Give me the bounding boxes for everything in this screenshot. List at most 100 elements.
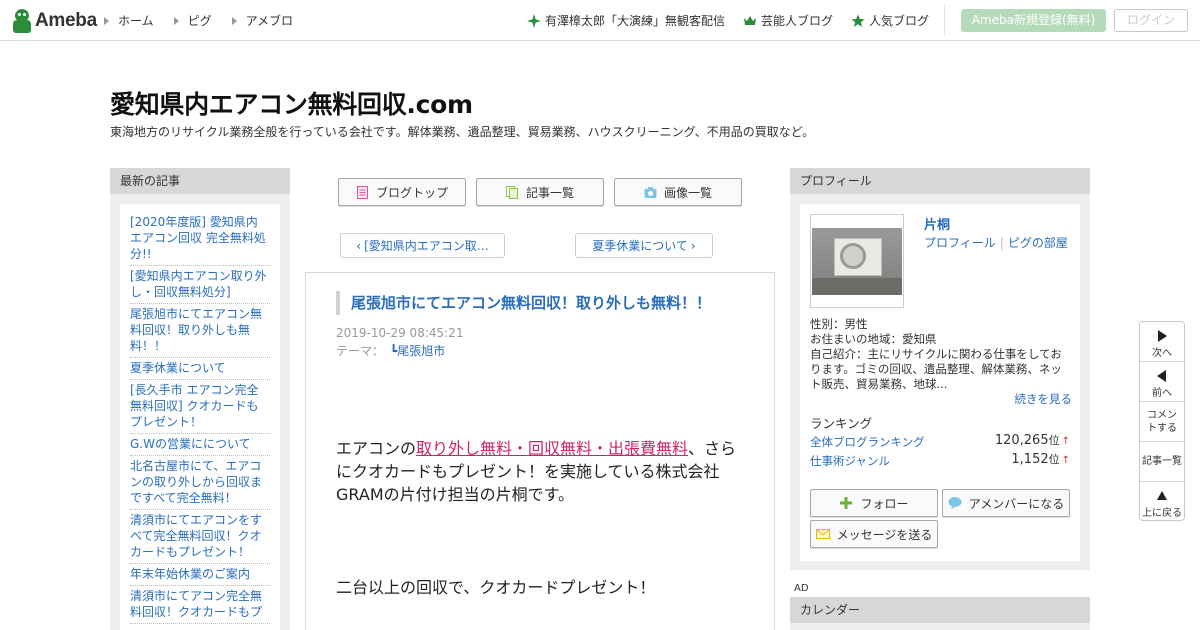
image-list-button[interactable]: 画像一覧 bbox=[614, 178, 742, 206]
sparkle-icon bbox=[527, 13, 541, 28]
ad-label: AD bbox=[794, 583, 809, 594]
theme-link[interactable]: ┗尾張旭市 bbox=[390, 344, 445, 358]
ranking-value: 1,152位 ↑ bbox=[1011, 451, 1070, 467]
plus-icon bbox=[840, 497, 853, 509]
paragraph-text-start: エアコンの bbox=[336, 439, 417, 458]
float-next-button[interactable]: 次へ bbox=[1140, 322, 1184, 362]
profile-links: プロフィール | ピグの部屋 bbox=[924, 234, 1068, 251]
article-date: 2019-10-29 08:45:21 bbox=[336, 326, 464, 340]
top-links: 有澤樟太郎「大演練」無観客配信 芸能人ブログ 人気ブログ bbox=[527, 12, 947, 29]
latest-posts-list: [2020年度版] 愛知県内 エアコン回収 完全無料処分!! [愛知県内エアコン… bbox=[120, 204, 280, 630]
highlight-link[interactable]: 取り外し無料・回収無料・出張費無料 bbox=[416, 439, 688, 458]
profile-panel: プロフィール 片桐 プロフィール | ピグの部屋 性別：男性 お住まいの地域：愛知県… bbox=[790, 168, 1090, 570]
article-paragraph: エアコンの取り外し無料・回収無料・出張費無料、さらにクオカードもプレゼント！を実… bbox=[336, 437, 746, 506]
float-prev-button[interactable]: 前へ bbox=[1140, 362, 1184, 402]
link-separator: | bbox=[999, 236, 1004, 250]
ranking-label[interactable]: 全体ブログランキング bbox=[810, 435, 925, 449]
mail-icon bbox=[815, 529, 830, 539]
profile-name[interactable]: 片桐 bbox=[924, 214, 950, 233]
chevron-left-icon: ‹ bbox=[356, 238, 362, 253]
latest-post-link[interactable]: 清須市にてエアコンをすべて完全無料回収！クオカードもプレゼント！ bbox=[130, 510, 270, 564]
ranking-unit: 位 bbox=[1048, 434, 1060, 447]
follow-label: フォロー bbox=[860, 496, 909, 511]
latest-post-link[interactable]: [愛知県内エアコン取り外し・回収無料処分] bbox=[130, 266, 270, 304]
ranking-row: 全体ブログランキング 120,265位 ↑ bbox=[810, 432, 1070, 450]
list-doc-icon bbox=[505, 185, 518, 199]
nav-pigg-label: ピグ bbox=[187, 14, 212, 28]
up-icon bbox=[1157, 491, 1167, 500]
blog-title[interactable]: 愛知県内エアコン無料回収.com bbox=[110, 85, 473, 121]
profile-photo[interactable] bbox=[810, 214, 904, 308]
latest-post-link[interactable]: 夏季休業について bbox=[130, 358, 270, 380]
float-comment-label: コメントする bbox=[1147, 410, 1177, 434]
nav-ameblo-label: アメブロ bbox=[245, 14, 294, 28]
nav-pigg[interactable]: ピグ bbox=[173, 12, 212, 29]
arrow-right-icon bbox=[231, 16, 237, 25]
top-nav: ホーム ピグ アメブロ bbox=[104, 12, 313, 29]
profile-intro: 自己紹介：主にリサイクルに関わる仕事をしております。ゴミの回収、遺品整理、解体業… bbox=[810, 347, 1062, 391]
link-popular-blogs[interactable]: 人気ブログ bbox=[851, 12, 929, 29]
latest-posts-panel: 最新の記事 [2020年度版] 愛知県内 エアコン回収 完全無料処分!! [愛知… bbox=[110, 168, 290, 630]
latest-post-link[interactable]: 尾張旭市にてエアコン無料回収！取り外しも無料！！ bbox=[130, 304, 270, 358]
blog-top-label: ブログトップ bbox=[375, 185, 448, 200]
theme-label: テーマ： bbox=[336, 344, 385, 358]
top-bar: Ameba ホーム ピグ アメブロ 有澤樟太郎「大演練」無観客配信 芸能人ブログ… bbox=[0, 0, 1200, 41]
article-list-button[interactable]: 記事一覧 bbox=[476, 178, 604, 206]
blog-top-button[interactable]: ブログトップ bbox=[338, 178, 466, 206]
ranking-label[interactable]: 仕事術ジャンル bbox=[810, 454, 890, 468]
next-article-link[interactable]: 夏季休業について › bbox=[575, 233, 713, 258]
article-title[interactable]: 尾張旭市にてエアコン無料回収！取り外しも無料！！ bbox=[336, 291, 746, 315]
float-top-label: 上に戻る bbox=[1142, 508, 1182, 519]
link-live-stream[interactable]: 有澤樟太郎「大演練」無観客配信 bbox=[527, 12, 725, 29]
nav-ameblo[interactable]: アメブロ bbox=[231, 12, 294, 29]
read-more-link[interactable]: 続きを見る bbox=[1015, 392, 1073, 407]
send-message-button[interactable]: メッセージを送る bbox=[810, 520, 938, 548]
latest-post-link[interactable]: G.Wの営業にについて bbox=[130, 434, 270, 456]
blog-description: 東海地方のリサイクル業務全般を行っている会社です。解体業務、遺品整理、貿易業務、… bbox=[110, 125, 815, 139]
trend-up-icon: ↑ bbox=[1061, 455, 1070, 466]
top-divider bbox=[944, 4, 945, 36]
nav-home[interactable]: ホーム bbox=[104, 12, 154, 29]
article-paragraph-2: 二台以上の回収で、クオカードプレゼント！ bbox=[336, 578, 656, 597]
float-top-button[interactable]: 上に戻る bbox=[1140, 482, 1184, 522]
amember-button[interactable]: アメンバーになる bbox=[942, 489, 1070, 517]
latest-post-link[interactable]: 年末年始休業のご案内 bbox=[130, 564, 270, 586]
link-celebrity-blogs[interactable]: 芸能人ブログ bbox=[743, 12, 833, 29]
article-list-label: 記事一覧 bbox=[525, 185, 574, 200]
latest-post-link[interactable]: [2020年度版] 愛知県内 エアコン回収 完全無料処分!! bbox=[130, 212, 270, 266]
follow-button[interactable]: フォロー bbox=[810, 489, 938, 517]
profile-gender: 性別：男性 bbox=[810, 317, 868, 331]
ranking-unit: 位 bbox=[1048, 453, 1060, 466]
latest-post-link[interactable]: 北名古屋市にて、エアコンの取り外しから回収まですべて完全無料！ bbox=[130, 456, 270, 510]
prev-article-link[interactable]: ‹ [愛知県内エアコン取… bbox=[340, 233, 505, 258]
chevron-right-icon: › bbox=[690, 238, 696, 253]
latest-post-link[interactable]: [長久手市 エアコン完全無料回収] クオカードもプレゼント！ bbox=[130, 380, 270, 434]
float-next-label: 次へ bbox=[1152, 348, 1172, 359]
register-button[interactable]: Ameba新規登録(無料) bbox=[961, 9, 1106, 32]
float-comment-button[interactable]: コメントする bbox=[1140, 402, 1184, 442]
pigg-room-link[interactable]: ピグの部屋 bbox=[1008, 236, 1068, 250]
float-prev-label: 前へ bbox=[1152, 388, 1172, 399]
arrow-right-icon bbox=[104, 16, 109, 25]
next-article-label: 夏季休業について bbox=[592, 239, 688, 253]
camera-icon bbox=[644, 186, 657, 198]
ameba-logo[interactable]: Ameba bbox=[12, 8, 97, 34]
profile-info: 性別：男性 お住まいの地域：愛知県 自己紹介：主にリサイクルに関わる仕事をしてお… bbox=[810, 317, 1072, 407]
star-icon bbox=[851, 14, 865, 27]
link-celebrity-blogs-label: 芸能人ブログ bbox=[761, 14, 834, 28]
float-article-list-button[interactable]: 記事一覧 bbox=[1140, 442, 1184, 482]
login-button[interactable]: ログイン bbox=[1114, 9, 1188, 32]
profile-link[interactable]: プロフィール bbox=[924, 236, 996, 250]
article: 尾張旭市にてエアコン無料回収！取り外しも無料！！ 2019-10-29 08:4… bbox=[305, 272, 775, 630]
profile-heading: プロフィール bbox=[790, 168, 1090, 194]
latest-post-link[interactable]: 清須市にてアコン完全無料回収！クオカードもプ bbox=[130, 586, 270, 624]
calendar-panel: カレンダー bbox=[790, 597, 1090, 630]
link-live-stream-label: 有澤樟太郎「大演練」無観客配信 bbox=[545, 14, 726, 28]
article-theme: テーマ： ┗尾張旭市 bbox=[336, 342, 445, 359]
chat-bubble-icon bbox=[948, 497, 962, 510]
ranking-heading: ランキング bbox=[810, 416, 873, 431]
float-article-list-label: 記事一覧 bbox=[1142, 456, 1182, 467]
ranking-value: 120,265位 ↑ bbox=[995, 432, 1070, 448]
ameba-logo-icon bbox=[12, 9, 32, 33]
latest-posts-heading: 最新の記事 bbox=[110, 168, 290, 194]
